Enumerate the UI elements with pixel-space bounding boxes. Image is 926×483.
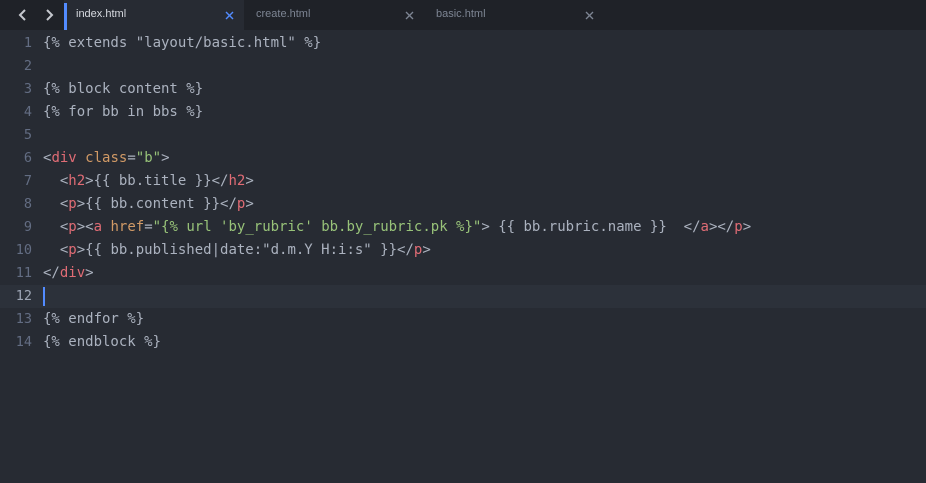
- code-token: >: [422, 242, 431, 258]
- close-icon: [585, 11, 593, 19]
- close-icon: [405, 11, 413, 19]
- code-token: >: [245, 196, 254, 212]
- line-text: <p>{{ bb.content }}</p>: [43, 196, 254, 212]
- line-text: {% block content %}: [43, 81, 203, 97]
- code-line[interactable]: 9 <p><a href="{% url 'by_rubric' bb.by_r…: [0, 216, 926, 239]
- code-token: {% extends "layout/basic.html" %}: [43, 35, 322, 51]
- line-number: 12: [15, 288, 32, 304]
- chevron-left-icon: [18, 9, 26, 21]
- tab-close-button[interactable]: [583, 9, 595, 21]
- code-token: ><: [76, 219, 94, 235]
- code-area[interactable]: 1 {% extends "layout/basic.html" %} 2 3 {% b…: [0, 32, 926, 354]
- active-tab-indicator: [64, 3, 67, 30]
- code-token: >: [161, 150, 170, 166]
- code-token: "b": [135, 150, 162, 166]
- line-text: </div>: [43, 265, 94, 281]
- back-button[interactable]: [12, 0, 34, 30]
- code-token: >{{ bb.published|date:"d.m.Y H:i:s" }}</: [76, 242, 414, 258]
- code-token: <: [43, 219, 69, 235]
- line-number: 2: [23, 58, 32, 74]
- line-number: 9: [23, 219, 32, 235]
- line-text: <div class="b">: [43, 150, 170, 166]
- code-token: >{{ bb.title }}</: [85, 173, 229, 189]
- code-token: >: [245, 173, 254, 189]
- code-token: href: [110, 219, 145, 235]
- code-token: {% endfor %}: [43, 311, 145, 327]
- code-token: {% endblock %}: [43, 334, 162, 350]
- code-token: >: [742, 219, 752, 235]
- tab-close-button[interactable]: [223, 9, 235, 21]
- code-token: "{% url 'by_rubric' bb.by_rubric.pk %}": [152, 219, 482, 235]
- tab-label: index.html: [76, 8, 127, 20]
- line-number: 8: [23, 196, 32, 212]
- code-token: class: [85, 150, 128, 166]
- code-token: <: [43, 196, 69, 212]
- code-line[interactable]: 6 <div class="b">: [0, 147, 926, 170]
- code-line[interactable]: 7 <h2>{{ bb.title }}</h2>: [0, 170, 926, 193]
- code-token: p: [68, 242, 77, 258]
- chevron-right-icon: [46, 9, 54, 21]
- code-line[interactable]: 14 {% endblock %}: [0, 331, 926, 354]
- code-token: p: [734, 219, 743, 235]
- code-token: =: [127, 150, 136, 166]
- code-line[interactable]: 1 {% extends "layout/basic.html" %}: [0, 32, 926, 55]
- tab-close-button[interactable]: [403, 9, 415, 21]
- line-number: 5: [23, 127, 32, 143]
- code-token: div: [51, 150, 77, 166]
- code-token: a: [93, 219, 103, 235]
- tab-label: create.html: [256, 8, 311, 20]
- tab-basic-html[interactable]: basic.html: [424, 0, 604, 30]
- code-token: h2: [228, 173, 246, 189]
- code-editor-window: index.html create.html basic.html 1 {% e…: [0, 0, 926, 483]
- code-token: a: [700, 219, 709, 235]
- code-token: =: [144, 219, 153, 235]
- code-line[interactable]: 5: [0, 124, 926, 147]
- code-token: div: [59, 265, 86, 281]
- line-text: {% endblock %}: [43, 334, 161, 350]
- code-token: p: [68, 219, 77, 235]
- code-line[interactable]: 13 {% endfor %}: [0, 308, 926, 331]
- line-text: {% endfor %}: [43, 311, 144, 327]
- tab-bar: index.html create.html basic.html: [0, 0, 926, 30]
- code-line[interactable]: 2: [0, 55, 926, 78]
- line-number: 14: [15, 334, 32, 350]
- line-number: 7: [23, 173, 32, 189]
- line-number: 4: [23, 104, 32, 120]
- code-token: h2: [68, 173, 86, 189]
- forward-button[interactable]: [38, 0, 60, 30]
- code-line[interactable]: 11 </div>: [0, 262, 926, 285]
- code-line[interactable]: 10 <p>{{ bb.published|date:"d.m.Y H:i:s"…: [0, 239, 926, 262]
- line-text: {% for bb in bbs %}: [43, 104, 203, 120]
- line-number: 10: [15, 242, 32, 258]
- code-line[interactable]: 12: [0, 285, 926, 308]
- code-token: p: [68, 196, 77, 212]
- code-token: {% for bb in bbs %}: [43, 104, 204, 120]
- code-line[interactable]: 3 {% block content %}: [0, 78, 926, 101]
- line-number: 11: [15, 265, 32, 281]
- line-number: 3: [23, 81, 32, 97]
- code-token: <: [43, 242, 69, 258]
- tab-label: basic.html: [436, 8, 486, 20]
- line-text: <p>{{ bb.published|date:"d.m.Y H:i:s" }}…: [43, 242, 431, 258]
- line-number: 13: [15, 311, 32, 327]
- tab-index-html[interactable]: index.html: [64, 0, 244, 30]
- close-icon: [225, 11, 233, 19]
- code-token: ></: [708, 219, 735, 235]
- code-token: >: [85, 265, 94, 281]
- line-text: <p><a href="{% url 'by_rubric' bb.by_rub…: [43, 219, 751, 235]
- code-token: <: [43, 173, 69, 189]
- code-token: </: [43, 265, 60, 281]
- line-text: {% extends "layout/basic.html" %}: [43, 35, 321, 51]
- text-caret: [43, 287, 45, 306]
- tab-create-html[interactable]: create.html: [244, 0, 424, 30]
- line-number: 6: [23, 150, 32, 166]
- code-token: >{{ bb.content }}</: [76, 196, 237, 212]
- code-token: > {{ bb.rubric.name }} </: [481, 219, 701, 235]
- line-number: 1: [23, 35, 32, 51]
- line-text: <h2>{{ bb.title }}</h2>: [43, 173, 254, 189]
- code-line[interactable]: 4 {% for bb in bbs %}: [0, 101, 926, 124]
- code-line[interactable]: 8 <p>{{ bb.content }}</p>: [0, 193, 926, 216]
- code-token: {% block content %}: [43, 81, 204, 97]
